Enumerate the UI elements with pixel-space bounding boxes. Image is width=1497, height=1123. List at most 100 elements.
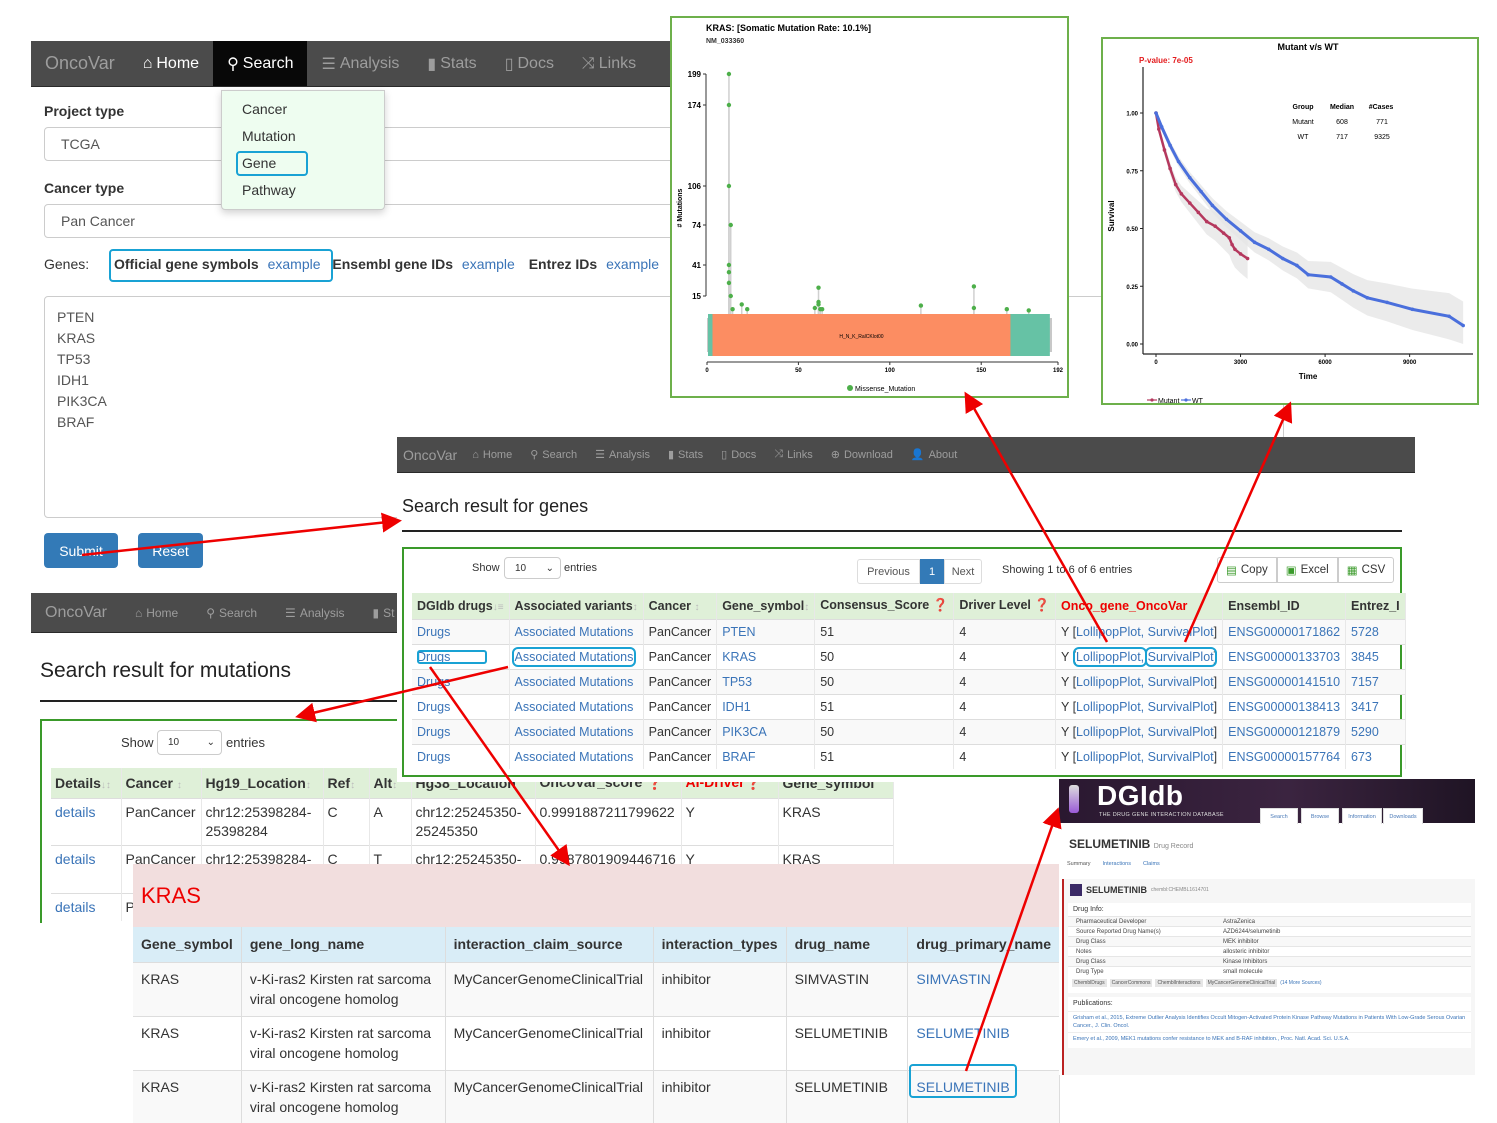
col-onco-gene[interactable]: Onco_gene_OncoVar: [1055, 593, 1224, 619]
entrez-example-link[interactable]: example: [606, 256, 659, 272]
drugs-link[interactable]: Drugs: [417, 700, 450, 714]
gene-symbol-link[interactable]: KRAS: [722, 650, 756, 664]
col-associated-variants[interactable]: Associated variants↕: [509, 593, 644, 619]
gene-symbol-link[interactable]: PIK3CA: [722, 725, 766, 739]
drugs-link[interactable]: Drugs: [417, 625, 450, 639]
entrez-link[interactable]: 5290: [1351, 725, 1379, 739]
col-driver-level[interactable]: Driver Level ❓: [953, 593, 1056, 619]
lollipop-plot-link[interactable]: LollipopPlot,: [1076, 725, 1144, 739]
survival-plot-link[interactable]: SurvivalPlot: [1148, 625, 1214, 639]
nav-analysis[interactable]: ☰ Analysis: [271, 593, 358, 632]
ensembl-link[interactable]: ENSG00000141510: [1228, 675, 1340, 689]
associated-mutations-link[interactable]: Associated Mutations: [515, 725, 634, 739]
col-cancer[interactable]: Cancer ↕: [121, 768, 202, 798]
ensembl-link[interactable]: ENSG00000138413: [1228, 700, 1340, 714]
gene-symbol-link[interactable]: PTEN: [722, 625, 755, 639]
lollipop-plot-link[interactable]: LollipopPlot,: [1076, 625, 1144, 639]
ensembl-ids-option[interactable]: Ensembl gene IDs: [332, 256, 453, 272]
nav-search[interactable]: ⚲ Search: [521, 437, 586, 472]
survival-plot-link[interactable]: SurvivalPlot: [1144, 646, 1217, 667]
nav-search[interactable]: ⚲ Search: [192, 593, 271, 632]
dgidb-tab-downloads[interactable]: Downloads: [1383, 808, 1423, 824]
previous-button[interactable]: Previous: [857, 559, 920, 584]
nav-links[interactable]: ⤨ Links: [568, 41, 650, 86]
source-tag[interactable]: ChemblDrugs: [1072, 979, 1107, 987]
entrez-link[interactable]: 673: [1351, 750, 1372, 764]
col-ensembl-id[interactable]: Ensembl_ID: [1222, 593, 1347, 619]
col-ref[interactable]: Ref↕: [323, 768, 370, 798]
gene-symbol-link[interactable]: IDH1: [722, 700, 750, 714]
entrez-link[interactable]: 3845: [1351, 650, 1379, 664]
source-tag[interactable]: MyCancerGenomeClinicalTrial: [1205, 979, 1278, 987]
nav-home[interactable]: ⌂ Home: [129, 41, 213, 86]
menu-item-mutation[interactable]: Mutation: [242, 128, 296, 144]
subtab-claims[interactable]: Claims: [1143, 861, 1160, 867]
excel-button[interactable]: ▣ Excel: [1276, 557, 1338, 583]
col-entrez-id[interactable]: Entrez_I: [1345, 593, 1406, 619]
copy-button[interactable]: ▤ Copy: [1217, 557, 1277, 583]
nav-links[interactable]: ⤨ Links: [765, 437, 822, 472]
survival-plot-link[interactable]: SurvivalPlot: [1148, 725, 1214, 739]
nav-about[interactable]: 👤 About: [902, 437, 966, 472]
entrez-link[interactable]: 7157: [1351, 675, 1379, 689]
col-cancer[interactable]: Cancer ↕: [643, 593, 718, 619]
brand-logo[interactable]: OncoVar: [31, 41, 129, 86]
survival-plot-link[interactable]: SurvivalPlot: [1148, 700, 1214, 714]
nav-analysis[interactable]: ☰ Analysis: [307, 41, 413, 86]
drugs-link[interactable]: Drugs: [417, 649, 487, 664]
associated-mutations-link[interactable]: Associated Mutations: [515, 625, 634, 639]
brand-logo[interactable]: OncoVar: [31, 593, 121, 632]
ensembl-example-link[interactable]: example: [462, 256, 515, 272]
drug-primary-link[interactable]: SELUMETINIB: [916, 1025, 1009, 1041]
ensembl-link[interactable]: ENSG00000171862: [1228, 625, 1340, 639]
entries-select[interactable]: 10 ⌄: [157, 730, 222, 755]
lollipop-plot-link[interactable]: LollipopPlot,: [1076, 750, 1144, 764]
nav-download[interactable]: ⊕ Download: [822, 437, 902, 472]
dgidb-tab-browse[interactable]: Browse: [1301, 808, 1339, 824]
ensembl-link[interactable]: ENSG00000133703: [1228, 650, 1340, 664]
brand-logo[interactable]: OncoVar: [397, 437, 463, 472]
subtab-summary[interactable]: Summary: [1067, 861, 1091, 867]
drugs-link[interactable]: Drugs: [417, 750, 450, 764]
csv-button[interactable]: ▦ CSV: [1337, 557, 1395, 583]
entrez-ids-option[interactable]: Entrez IDs: [529, 256, 597, 272]
drug-primary-link[interactable]: SIMVASTIN: [916, 971, 990, 987]
associated-mutations-link[interactable]: Associated Mutations: [515, 750, 634, 764]
details-link[interactable]: details: [55, 851, 95, 867]
source-tag[interactable]: CancerCommons: [1109, 979, 1153, 987]
more-sources-link[interactable]: (14 More Sources): [1280, 980, 1321, 986]
entrez-link[interactable]: 3417: [1351, 700, 1379, 714]
next-button[interactable]: Next: [944, 559, 982, 584]
associated-mutations-link[interactable]: Associated Mutations: [515, 700, 634, 714]
subtab-interactions[interactable]: Interactions: [1103, 861, 1131, 867]
reset-button[interactable]: Reset: [138, 533, 203, 568]
survival-plot-link[interactable]: SurvivalPlot: [1148, 750, 1214, 764]
page-1-button[interactable]: 1: [920, 559, 944, 584]
associated-mutations-link[interactable]: Associated Mutations: [515, 675, 634, 689]
menu-item-pathway[interactable]: Pathway: [242, 182, 296, 198]
entrez-link[interactable]: 5728: [1351, 625, 1379, 639]
details-link[interactable]: details: [55, 899, 95, 915]
col-details[interactable]: Details↓↕: [51, 768, 122, 798]
dgidb-logo[interactable]: DGIdb: [1097, 780, 1184, 812]
gene-symbol-link[interactable]: BRAF: [722, 750, 755, 764]
associated-mutations-link[interactable]: Associated Mutations: [511, 646, 637, 667]
nav-stats[interactable]: ▮ Stats: [659, 437, 712, 472]
nav-home[interactable]: ⌂ Home: [121, 593, 192, 632]
submit-button[interactable]: Submit: [44, 533, 118, 568]
publication-link[interactable]: Emery et al., 2009, MEK1 mutations confe…: [1068, 1032, 1471, 1045]
survival-plot-link[interactable]: SurvivalPlot: [1148, 675, 1214, 689]
nav-docs[interactable]: ▯ Docs: [491, 41, 568, 86]
details-link[interactable]: details: [55, 804, 95, 820]
dgidb-tab-information[interactable]: Information: [1342, 808, 1382, 824]
nav-stats[interactable]: ▮ Stats: [413, 41, 490, 86]
gene-symbol-link[interactable]: TP53: [722, 675, 752, 689]
col-dgidb-drugs[interactable]: DGIdb drugs↓≡: [412, 593, 510, 619]
publication-link[interactable]: Grisham et al., 2015, Extreme Outlier An…: [1068, 1011, 1471, 1032]
nav-docs[interactable]: ▯ Docs: [712, 437, 765, 472]
official-symbols-option[interactable]: Official gene symbols: [114, 256, 259, 272]
drugs-link[interactable]: Drugs: [417, 725, 450, 739]
col-gene-symbol[interactable]: Gene_symbol↕: [716, 593, 816, 619]
lollipop-plot-link[interactable]: LollipopPlot,: [1073, 646, 1148, 667]
ensembl-link[interactable]: ENSG00000121879: [1228, 725, 1340, 739]
